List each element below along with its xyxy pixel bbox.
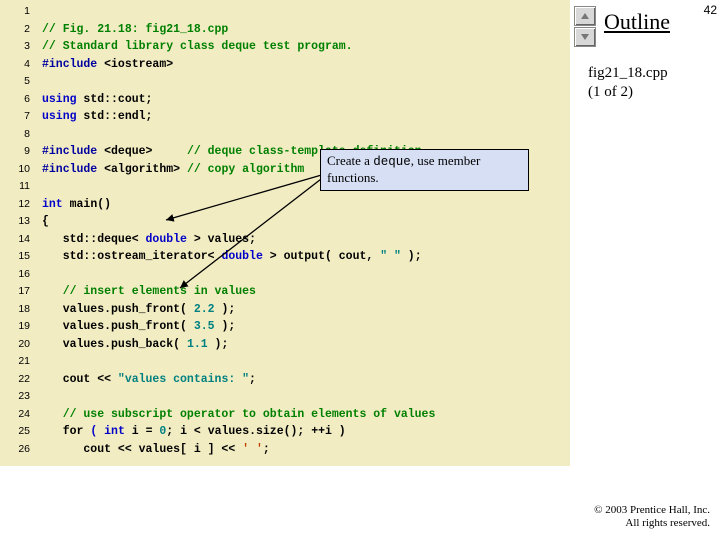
callout-text: Create a <box>327 153 373 168</box>
code-line: // use subscript operator to obtain elem… <box>42 408 435 421</box>
code-token: ); <box>215 320 236 333</box>
code-token: std::deque< <box>42 233 146 246</box>
arrow-down-icon <box>580 33 590 41</box>
code-token: " " <box>380 250 401 263</box>
code-token: cout << values[ i ] << <box>42 443 242 456</box>
code-token: "values contains: " <box>118 373 249 386</box>
arrow-up-icon <box>580 12 590 20</box>
code-line: // Fig. 21.18: fig21_18.cpp <box>42 23 228 36</box>
line-number: 8 <box>2 126 30 144</box>
code-token: main() <box>63 198 111 211</box>
code-token: <deque> <box>104 145 152 158</box>
callout-code: deque <box>373 155 411 169</box>
code-token: i = <box>125 425 160 438</box>
file-label-name: fig21_18.cpp <box>588 64 668 83</box>
code-token: <algorithm> <box>104 163 180 176</box>
code-token: ; i < values.size(); ++i ) <box>166 425 345 438</box>
line-number: 11 <box>2 178 30 196</box>
copyright: © 2003 Prentice Hall, Inc. All rights re… <box>594 504 710 530</box>
line-number: 3 <box>2 38 30 56</box>
code-token: ); <box>215 303 236 316</box>
code-token: > output( cout, <box>263 250 380 263</box>
code-token: ; <box>263 443 270 456</box>
line-number: 23 <box>2 388 30 406</box>
code-token: using <box>42 110 77 123</box>
code-token: int <box>42 198 63 211</box>
line-number: 2 <box>2 21 30 39</box>
line-number: 17 <box>2 283 30 301</box>
code-area: // Fig. 21.18: fig21_18.cpp // Standard … <box>34 0 570 466</box>
code-token: cout << <box>42 373 118 386</box>
line-number: 26 <box>2 441 30 459</box>
line-number: 6 <box>2 91 30 109</box>
code-token: values.push_back( <box>42 338 187 351</box>
code-line: // Standard library class deque test pro… <box>42 40 353 53</box>
line-number: 18 <box>2 301 30 319</box>
line-number: 22 <box>2 371 30 389</box>
line-number: 16 <box>2 266 30 284</box>
code-token: double <box>146 233 187 246</box>
line-number: 7 <box>2 108 30 126</box>
line-number: 13 <box>2 213 30 231</box>
code-token: ); <box>401 250 422 263</box>
code-line: { <box>42 215 49 228</box>
code-panel: 1 2 3 4 5 6 7 8 9 10 11 12 13 14 15 16 1… <box>0 0 570 466</box>
code-token: #include <box>42 145 104 158</box>
code-token: > values; <box>187 233 256 246</box>
callout-box: Create a deque, use member functions. <box>320 149 529 191</box>
next-slide-button[interactable] <box>574 27 596 47</box>
code-token: ); <box>208 338 229 351</box>
copyright-line: All rights reserved. <box>594 517 710 530</box>
code-token: 1.1 <box>187 338 208 351</box>
line-number-gutter: 1 2 3 4 5 6 7 8 9 10 11 12 13 14 15 16 1… <box>0 0 34 466</box>
line-number: 1 <box>2 3 30 21</box>
line-number: 24 <box>2 406 30 424</box>
file-label: fig21_18.cpp (1 of 2) <box>588 64 668 102</box>
slide-number: 42 <box>704 3 717 17</box>
code-token: #include <box>42 58 104 71</box>
code-token: std::cout; <box>77 93 153 106</box>
line-number: 14 <box>2 231 30 249</box>
code-token: using <box>42 93 77 106</box>
line-number: 20 <box>2 336 30 354</box>
copyright-line: © 2003 Prentice Hall, Inc. <box>594 504 710 517</box>
file-label-page: (1 of 2) <box>588 83 668 102</box>
line-number: 21 <box>2 353 30 371</box>
line-number: 10 <box>2 161 30 179</box>
code-token: double <box>221 250 262 263</box>
code-token: 2.2 <box>194 303 215 316</box>
code-token: ' ' <box>242 443 263 456</box>
line-number: 19 <box>2 318 30 336</box>
code-token: ; <box>249 373 256 386</box>
code-token: for <box>42 425 83 438</box>
code-token: values.push_front( <box>42 320 194 333</box>
code-token: values.push_front( <box>42 303 194 316</box>
code-token: <iostream> <box>104 58 173 71</box>
code-token: int <box>104 425 125 438</box>
line-number: 12 <box>2 196 30 214</box>
line-number: 25 <box>2 423 30 441</box>
code-token: ( <box>83 425 104 438</box>
code-token: #include <box>42 163 104 176</box>
line-number: 4 <box>2 56 30 74</box>
code-token: 3.5 <box>194 320 215 333</box>
line-number: 15 <box>2 248 30 266</box>
outline-heading: Outline <box>604 9 670 35</box>
prev-slide-button[interactable] <box>574 6 596 26</box>
code-token: std::endl; <box>77 110 153 123</box>
code-token: // copy algorithm <box>180 163 304 176</box>
code-line: // insert elements in values <box>42 285 256 298</box>
line-number: 9 <box>2 143 30 161</box>
code-token: std::ostream_iterator< <box>42 250 221 263</box>
line-number: 5 <box>2 73 30 91</box>
